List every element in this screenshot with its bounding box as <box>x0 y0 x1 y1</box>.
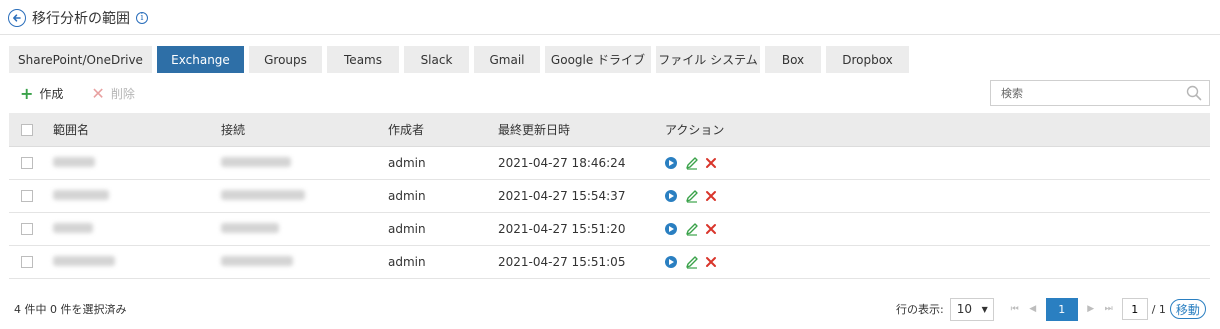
page-number-input[interactable] <box>1121 298 1148 320</box>
row-checkbox[interactable] <box>21 223 33 235</box>
table-row: admin 2021-04-27 18:46:24 <box>9 147 1210 180</box>
row-connection-redacted <box>221 255 293 269</box>
run-icon[interactable] <box>665 223 677 235</box>
tab-exchange[interactable]: Exchange <box>157 46 244 73</box>
tab-box[interactable]: Box <box>765 46 821 73</box>
column-header-updated[interactable]: 最終更新日時 <box>498 121 570 138</box>
search-input[interactable] <box>991 81 1176 105</box>
table-row: admin 2021-04-27 15:51:05 <box>9 246 1210 279</box>
row-checkbox[interactable] <box>21 256 33 268</box>
last-page-icon[interactable]: ⏭ <box>1100 304 1118 314</box>
row-creator: admin <box>388 222 426 236</box>
edit-icon[interactable] <box>685 255 699 269</box>
row-creator: admin <box>388 189 426 203</box>
run-icon[interactable] <box>665 256 677 268</box>
row-updated: 2021-04-27 15:51:20 <box>498 222 626 236</box>
row-name-redacted <box>53 255 115 269</box>
create-button[interactable]: + 作成 <box>20 85 63 102</box>
row-actions <box>665 189 717 203</box>
row-connection-redacted <box>221 189 305 203</box>
delete-icon[interactable] <box>705 157 717 169</box>
rows-per-page-value: 10 <box>956 302 972 316</box>
column-header-name[interactable]: 範囲名 <box>53 121 89 138</box>
tab-slack[interactable]: Slack <box>404 46 469 73</box>
row-actions <box>665 222 717 236</box>
page-button-current[interactable]: 1 <box>1045 297 1078 321</box>
row-updated: 2021-04-27 15:54:37 <box>498 189 626 203</box>
tab-gmail[interactable]: Gmail <box>474 46 540 73</box>
tab-file-system[interactable]: ファイル システム <box>656 46 760 73</box>
run-icon[interactable] <box>665 190 677 202</box>
edit-icon[interactable] <box>685 189 699 203</box>
pagination: 行の表示: 10 ▼ ⏮ ◀ 1 ▶ ⏭ / 1 移動 <box>896 297 1206 321</box>
row-creator: admin <box>388 156 426 170</box>
delete-icon[interactable] <box>705 190 717 202</box>
source-tabs: SharePoint/OneDrive Exchange Groups Team… <box>9 46 914 73</box>
delete-icon[interactable] <box>705 256 717 268</box>
prev-page-icon[interactable]: ◀ <box>1024 304 1042 314</box>
go-button[interactable]: 移動 <box>1169 299 1206 319</box>
table-row: admin 2021-04-27 15:54:37 <box>9 180 1210 213</box>
tab-sharepoint-onedrive[interactable]: SharePoint/OneDrive <box>9 46 152 73</box>
row-name-redacted <box>53 189 109 203</box>
select-all-checkbox[interactable] <box>21 123 33 136</box>
tab-groups[interactable]: Groups <box>249 46 322 73</box>
table-header-row: 範囲名 接続 作成者 最終更新日時 アクション <box>9 113 1210 147</box>
row-checkbox[interactable] <box>21 157 33 169</box>
column-header-creator[interactable]: 作成者 <box>388 121 424 138</box>
delete-label: 削除 <box>110 87 135 101</box>
column-header-actions: アクション <box>665 123 725 137</box>
row-connection-redacted <box>221 156 291 170</box>
edit-icon[interactable] <box>685 222 699 236</box>
edit-icon[interactable] <box>685 156 699 170</box>
row-actions <box>665 255 717 269</box>
total-pages: / 1 <box>1151 302 1166 316</box>
search-box <box>990 80 1210 106</box>
row-updated: 2021-04-27 18:46:24 <box>498 156 626 170</box>
page-title: 移行分析の範囲 <box>32 11 130 27</box>
first-page-icon[interactable]: ⏮ <box>1006 304 1024 314</box>
tab-teams[interactable]: Teams <box>327 46 399 73</box>
header-divider <box>0 34 1220 35</box>
run-icon[interactable] <box>665 157 677 169</box>
rows-per-page-label: 行の表示: <box>896 303 944 316</box>
row-name-redacted <box>53 156 95 170</box>
create-label: 作成 <box>39 87 64 101</box>
row-checkbox[interactable] <box>21 190 33 202</box>
page-header: 移行分析の範囲 i <box>8 8 148 28</box>
back-icon[interactable] <box>8 9 26 27</box>
toolbar: + 作成 ✕ 削除 <box>20 85 163 102</box>
tab-google-drive[interactable]: Google ドライブ <box>545 46 651 73</box>
caret-down-icon: ▼ <box>981 304 988 314</box>
tab-dropbox[interactable]: Dropbox <box>826 46 909 73</box>
scope-table: 範囲名 接続 作成者 最終更新日時 アクション admin 2021-04-27… <box>9 113 1210 279</box>
row-name-redacted <box>53 222 93 236</box>
search-icon[interactable] <box>1186 85 1202 101</box>
row-actions <box>665 156 717 170</box>
table-row: admin 2021-04-27 15:51:20 <box>9 213 1210 246</box>
delete-button[interactable]: ✕ 削除 <box>91 85 134 102</box>
info-icon[interactable]: i <box>136 12 148 24</box>
close-icon: ✕ <box>91 83 105 103</box>
rows-per-page-select[interactable]: 10 ▼ <box>949 297 994 321</box>
selection-count: 4 件中 0 件を選択済み <box>14 303 127 316</box>
row-creator: admin <box>388 255 426 269</box>
plus-icon: + <box>20 83 34 103</box>
next-page-icon[interactable]: ▶ <box>1082 304 1100 314</box>
row-connection-redacted <box>221 222 279 236</box>
delete-icon[interactable] <box>705 223 717 235</box>
column-header-connection[interactable]: 接続 <box>221 121 245 138</box>
row-updated: 2021-04-27 15:51:05 <box>498 255 626 269</box>
